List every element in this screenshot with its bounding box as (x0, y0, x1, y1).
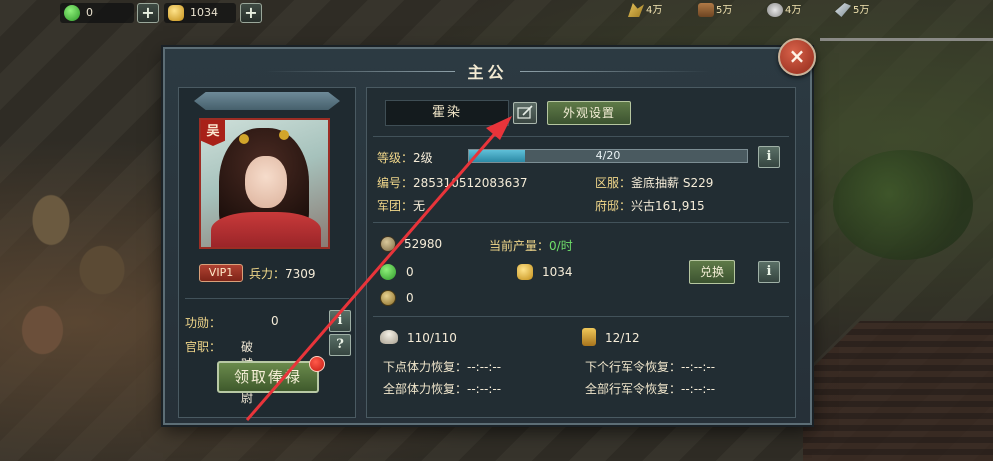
stamina-value: 110/110 (407, 331, 457, 345)
resource-bar: 0 + 1034 + 4万 5万 4万 5万 (0, 0, 993, 28)
appearance-settings-button[interactable]: 外观设置 (547, 101, 631, 125)
stamina-icon (380, 330, 398, 344)
add-jade-button[interactable]: + (137, 3, 159, 23)
lord-panel: 主公 吴 VIP1 兵力：7309 功勋： 0 i 官职： 破贼校尉 ? 领取俸… (163, 47, 812, 425)
merit-value: 0 (271, 314, 279, 328)
gold-value: 1034 (190, 6, 218, 19)
background-tree (833, 150, 973, 260)
march-order-icon (582, 328, 596, 346)
all-stamina-row: 全部体力恢复：--:--:-- (383, 382, 502, 396)
level-row: 等级：2级 (377, 151, 433, 165)
next-stamina-row: 下点体力恢复：--:--:-- (383, 360, 502, 374)
details-divider-3 (373, 316, 789, 317)
legion-value: 无 (413, 199, 426, 213)
add-gold-button[interactable]: + (240, 3, 262, 23)
id-row: 编号：285310512083637 (377, 176, 528, 190)
token-value: 0 (406, 291, 414, 305)
level-progress-bar: 4/20 (468, 149, 748, 163)
profile-card: 吴 VIP1 兵力：7309 功勋： 0 i 官职： 破贼校尉 ? 领取俸禄 (178, 87, 356, 418)
iron-stat: 5万 (835, 2, 869, 20)
gold-ingot-icon (168, 5, 184, 21)
office-help-button[interactable]: ? (329, 334, 351, 356)
level-value: 2级 (413, 151, 433, 165)
all-stamina-value: --:--:-- (467, 382, 502, 396)
server-row: 区服：釜底抽薪 S229 (595, 176, 714, 190)
troops-stat: 兵力：7309 (249, 267, 316, 281)
stone-icon (767, 3, 783, 17)
jade-icon (380, 264, 396, 280)
all-order-row: 全部行军令恢复：--:--:-- (585, 382, 716, 396)
exchange-button[interactable]: 兑换 (689, 260, 735, 284)
id-value: 285310512083637 (413, 176, 528, 190)
grain-icon (628, 3, 644, 17)
all-order-value: --:--:-- (681, 382, 716, 396)
copper-row: 52980 (404, 237, 442, 251)
next-order-value: --:--:-- (681, 360, 716, 374)
profile-divider (185, 298, 349, 299)
lord-name: 霍染 (385, 100, 509, 126)
gold-row: 1034 (542, 265, 573, 279)
topbar-divider (820, 38, 993, 41)
rename-button[interactable] (513, 102, 537, 124)
merit-info-button[interactable]: i (329, 310, 351, 332)
background-buildings (0, 180, 170, 380)
panel-title: 主公 (467, 63, 508, 82)
stone-stat: 4万 (767, 2, 801, 20)
next-order-row: 下个行军令恢复：--:--:-- (585, 360, 716, 374)
wood-icon (698, 3, 714, 17)
details-divider-2 (373, 222, 789, 223)
mansion-value: 兴古161,915 (631, 199, 705, 213)
lord-details: 霍染 外观设置 等级：2级 4/20 i 编号：285310512083637 … (366, 87, 796, 418)
orders-row: 12/12 (605, 331, 640, 345)
jade-value: 0 (86, 6, 93, 19)
edit-icon (517, 105, 533, 119)
level-progress-label: 4/20 (595, 149, 621, 162)
troops-value: 7309 (285, 267, 316, 281)
mansion-row: 府邸：兴古161,915 (595, 199, 705, 213)
jade-row: 0 (406, 265, 414, 279)
next-stamina-value: --:--:-- (467, 360, 502, 374)
gold-ingot-icon (517, 264, 533, 280)
server-value: 釜底抽薪 S229 (631, 176, 714, 190)
output-value: 0/时 (549, 239, 573, 253)
vip-badge[interactable]: VIP1 (199, 264, 243, 282)
level-info-button[interactable]: i (758, 146, 780, 168)
economy-info-button[interactable]: i (758, 261, 780, 283)
details-divider-1 (373, 136, 789, 137)
jade-icon (64, 5, 80, 21)
profile-ribbon (194, 92, 340, 110)
wood-stat: 5万 (698, 2, 732, 20)
lord-portrait[interactable]: 吴 (199, 118, 330, 249)
claim-salary-button[interactable]: 领取俸禄 (217, 361, 319, 393)
token-icon (380, 290, 396, 306)
jade-counter: 0 (60, 3, 134, 23)
copper-value: 52980 (404, 237, 443, 251)
gold-counter: 1034 (164, 3, 236, 23)
office-row: 官职： 破贼校尉 (185, 340, 254, 405)
jade-balance: 0 (406, 265, 414, 279)
gold-balance: 1034 (542, 265, 573, 279)
orders-value: 12/12 (605, 331, 640, 345)
grain-stat: 4万 (628, 2, 662, 20)
output-row: 当前产量：0/时 (489, 239, 573, 253)
notification-dot (309, 356, 325, 372)
token-row: 0 (406, 291, 414, 305)
legion-row: 军团：无 (377, 199, 426, 213)
iron-icon (835, 3, 851, 17)
close-button[interactable]: × (778, 38, 816, 76)
copper-coin-icon (380, 236, 396, 252)
stamina-row: 110/110 (407, 331, 457, 345)
merit-row: 功勋： 0 (185, 314, 279, 330)
faction-badge: 吴 (201, 120, 225, 146)
